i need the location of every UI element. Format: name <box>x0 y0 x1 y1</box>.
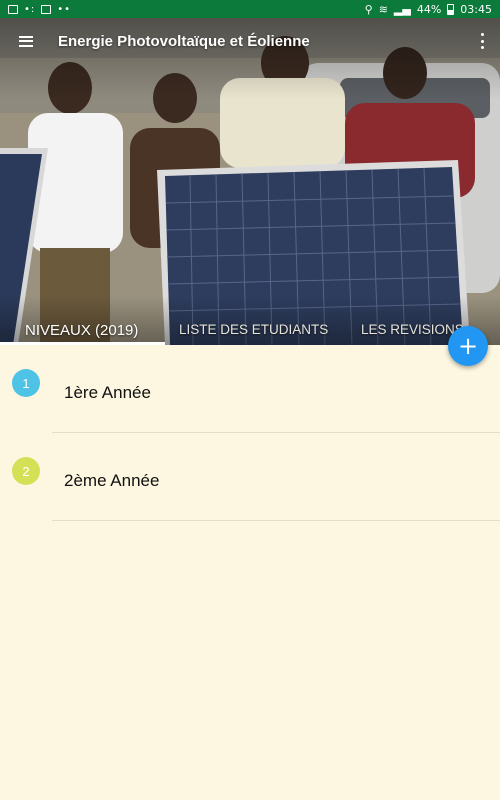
solar-panels-photo <box>0 18 500 345</box>
menu-icon[interactable] <box>0 18 52 64</box>
hamburger-glyph <box>19 35 33 47</box>
clock: 03:45 <box>460 2 492 16</box>
location-icon: ⚲ <box>364 2 373 16</box>
level-badge: 2 <box>12 457 40 485</box>
level-label: 2ème Année <box>64 471 160 490</box>
tab-liste-etudiants[interactable]: LISTE DES ETUDIANTS <box>179 322 328 337</box>
image-icon <box>8 4 18 14</box>
add-icon: + <box>457 332 479 360</box>
status-left: •: •• <box>8 4 71 15</box>
list-divider <box>52 520 500 521</box>
signal-icon: ▂▄ <box>393 2 411 16</box>
tab-revisions[interactable]: LES REVISIONS <box>361 322 464 337</box>
status-bar: •: •• ⚲ ≋ ▂▄ 44% 03:45 <box>0 0 500 18</box>
battery-percent: 44% <box>416 2 442 16</box>
level-badge: 1 <box>12 369 40 397</box>
list-item-level-1[interactable]: 1 1ère Année <box>0 345 500 433</box>
levels-list: 1 1ère Année 2 2ème Année <box>0 345 500 521</box>
app-title: Energie Photovoltaïque et Éolienne <box>58 32 310 50</box>
more-notifications-icon: •• <box>57 3 72 15</box>
app-bar: Energie Photovoltaïque et Éolienne <box>0 18 500 64</box>
add-fab-button[interactable]: + <box>448 326 488 366</box>
level-label: 1ère Année <box>64 383 151 402</box>
photo-icon <box>41 4 52 14</box>
tab-niveaux[interactable]: NIVEAUX (2019) <box>25 322 138 339</box>
battery-icon <box>447 3 455 15</box>
header-banner-photo <box>0 18 500 345</box>
list-item-level-2[interactable]: 2 2ème Année <box>0 433 500 521</box>
status-right: ⚲ ≋ ▂▄ 44% 03:45 <box>365 3 492 16</box>
more-vert-icon[interactable] <box>478 33 486 49</box>
notification-icon: •: <box>24 3 36 15</box>
tab-indicator <box>0 342 165 345</box>
wifi-icon: ≋ <box>378 2 388 16</box>
tab-bar: NIVEAUX (2019) LISTE DES ETUDIANTS LES R… <box>0 314 500 345</box>
